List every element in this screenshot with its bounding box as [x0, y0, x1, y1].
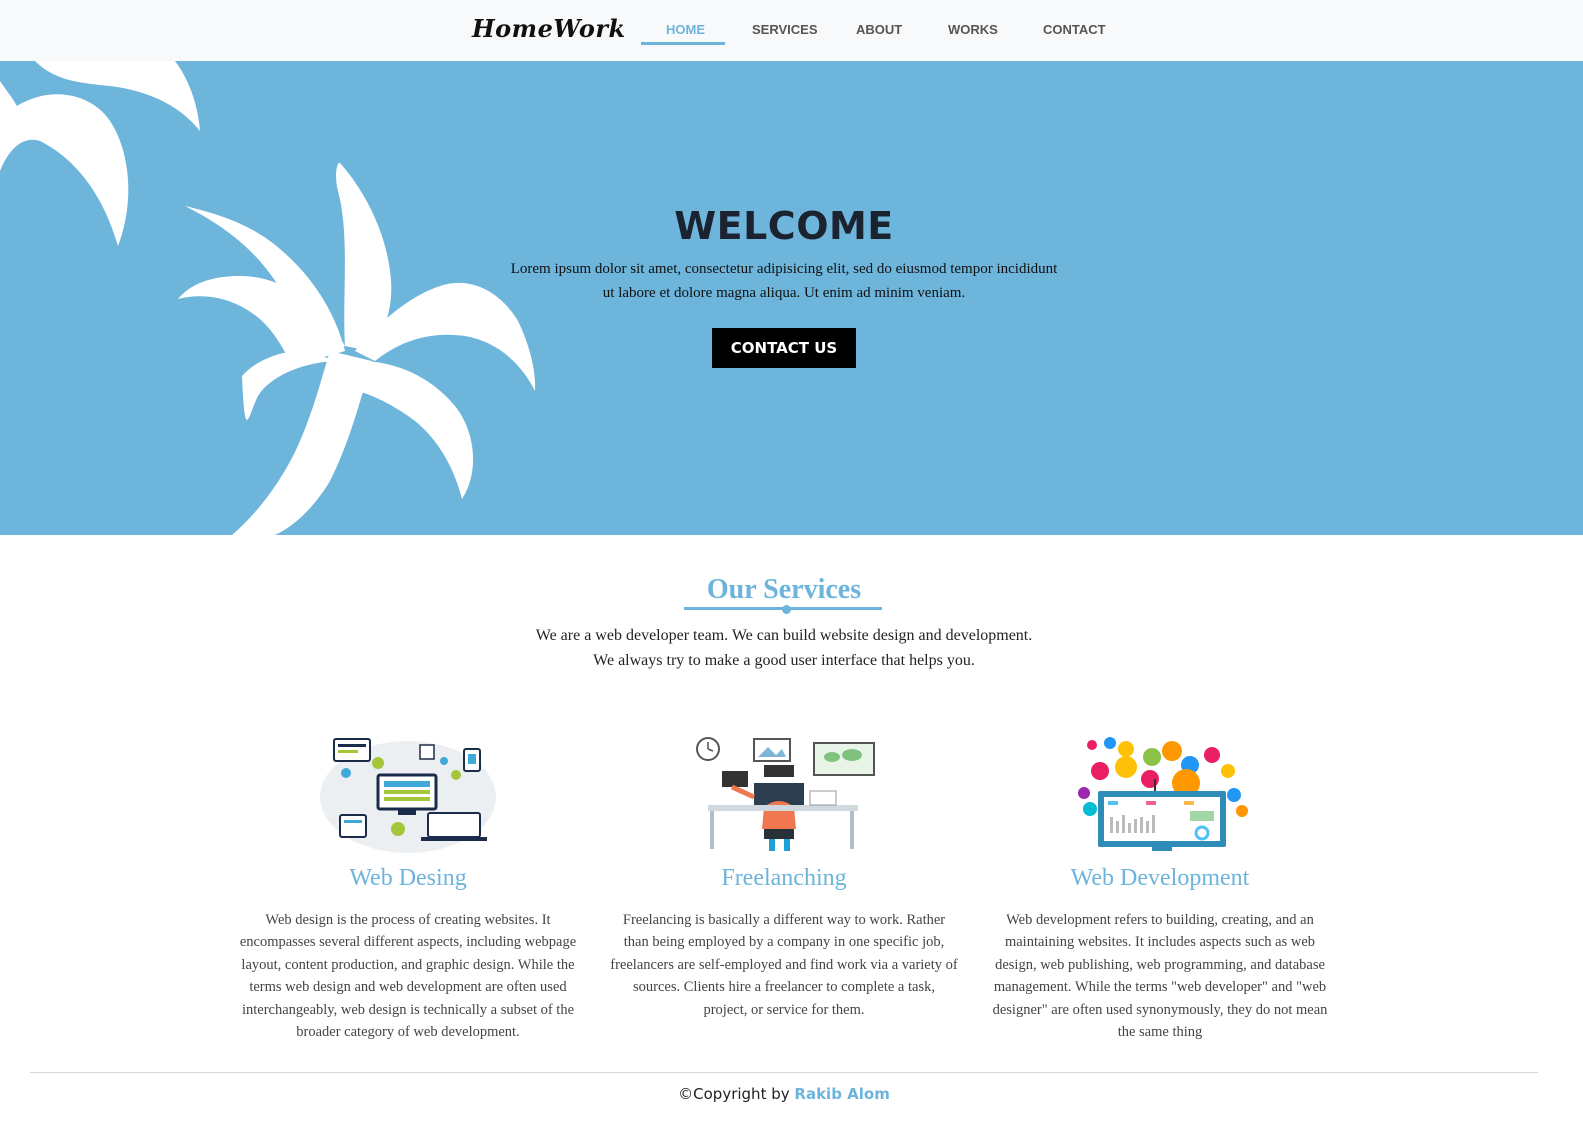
- card-title: Web Development: [1070, 865, 1250, 891]
- footer-author-link[interactable]: Rakib Alom: [794, 1085, 889, 1103]
- services-intro: We are a web developer team. We can buil…: [434, 623, 1134, 673]
- palm-tree-icon: [0, 61, 536, 535]
- navbar: HomeWork HOME SERVICES ABOUT WORKS CONTA…: [0, 0, 1583, 61]
- hero-title: WELCOME: [674, 204, 894, 248]
- network-devices-illustration-icon: [320, 738, 496, 853]
- card-text: Web development refers to building, crea…: [992, 912, 1328, 1041]
- contact-us-button[interactable]: CONTACT US: [712, 328, 856, 368]
- card-text: Freelancing is basically a different way…: [610, 912, 958, 1018]
- hero-section: WELCOME Lorem ipsum dolor sit amet, cons…: [0, 61, 1583, 535]
- hero-text: Lorem ipsum dolor sit amet, consectetur …: [510, 261, 1058, 301]
- nav-item-home[interactable]: HOME: [666, 22, 705, 37]
- card-title: Web Desing: [349, 865, 467, 891]
- services-title: Our Services: [706, 574, 862, 605]
- nav-item-contact[interactable]: CONTACT: [1043, 22, 1106, 37]
- footer-copyright: ©Copyright by: [678, 1085, 790, 1103]
- monitor-tech-bubbles-illustration-icon: [1078, 737, 1248, 851]
- nav-active-underline: [641, 42, 725, 45]
- services-intro-line-2: We always try to make a good user interf…: [593, 652, 975, 669]
- nav-item-services[interactable]: SERVICES: [752, 22, 818, 37]
- card-title: Freelanching: [721, 865, 847, 891]
- services-intro-line-1: We are a web developer team. We can buil…: [535, 627, 1033, 644]
- site-logo[interactable]: HomeWork: [472, 14, 626, 43]
- footer: ©Copyright by Rakib Alom: [0, 1085, 1568, 1103]
- person-at-desk-illustration-icon: [696, 737, 875, 851]
- footer-divider: [30, 1072, 1538, 1073]
- card-text: Web design is the process of creating we…: [239, 912, 577, 1041]
- nav-item-works[interactable]: WORKS: [948, 22, 998, 37]
- title-underline-dot: [782, 605, 791, 614]
- nav-item-about[interactable]: ABOUT: [856, 22, 902, 37]
